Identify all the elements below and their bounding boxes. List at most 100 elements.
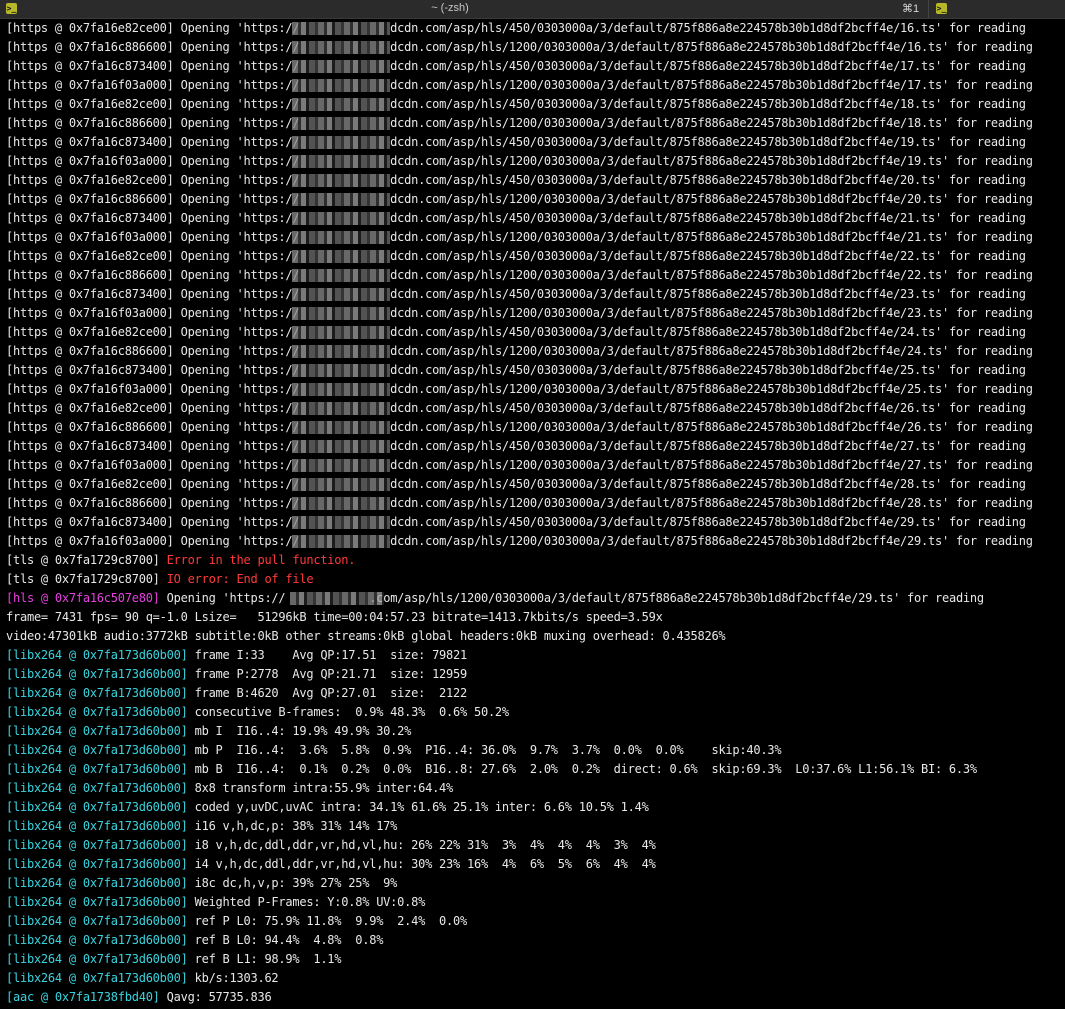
terminal-text: dcdn.com/asp/hls/1200/0303000a/3/default… xyxy=(390,534,1033,548)
terminal-text: [https @ 0x7fa16f03a000] Opening 'https:… xyxy=(6,230,300,244)
terminal-line: [libx264 @ 0x7fa173d60b00] i16 v,h,dc,p:… xyxy=(0,817,1065,836)
terminal-line: [https @ 0x7fa16e82ce00] Opening 'https:… xyxy=(0,323,1065,342)
terminal-icon[interactable]: >_ xyxy=(936,3,947,14)
terminal-line: [libx264 @ 0x7fa173d60b00] ref B L0: 94.… xyxy=(0,931,1065,950)
redacted-hostname xyxy=(292,307,390,320)
terminal-text: coded y,uvDC,uvAC intra: 34.1% 61.6% 25.… xyxy=(187,800,649,814)
terminal-line: [libx264 @ 0x7fa173d60b00] mb P I16..4: … xyxy=(0,741,1065,760)
terminal-text: dcdn.com/asp/hls/1200/0303000a/3/default… xyxy=(390,154,1033,168)
terminal-text: [https @ 0x7fa16e82ce00] Opening 'https:… xyxy=(6,325,300,339)
terminal-line: [https @ 0x7fa16c886600] Opening 'https:… xyxy=(0,494,1065,513)
terminal-line: [https @ 0x7fa16c886600] Opening 'https:… xyxy=(0,342,1065,361)
terminal-line: [https @ 0x7fa16c886600] Opening 'https:… xyxy=(0,266,1065,285)
terminal-text: dcdn.com/asp/hls/450/0303000a/3/default/… xyxy=(390,515,1026,529)
terminal-line: [aac @ 0x7fa1738fbd40] Qavg: 57735.836 xyxy=(0,988,1065,1007)
redacted-hostname xyxy=(292,288,390,301)
terminal-text: [https @ 0x7fa16c873400] Opening 'https:… xyxy=(6,211,300,225)
terminal-text: dcdn.com/asp/hls/1200/0303000a/3/default… xyxy=(390,306,1033,320)
terminal-text: dcdn.com/asp/hls/1200/0303000a/3/default… xyxy=(390,344,1033,358)
terminal-text: [https @ 0x7fa16c873400] Opening 'https:… xyxy=(6,135,300,149)
terminal-text: [https @ 0x7fa16c886600] Opening 'https:… xyxy=(6,496,300,510)
terminal-text: IO error: End of file xyxy=(166,572,314,586)
terminal-text: [libx264 @ 0x7fa173d60b00] xyxy=(6,933,188,947)
terminal-text: [https @ 0x7fa16c886600] Opening 'https:… xyxy=(6,40,300,54)
terminal-text: dcdn.com/asp/hls/450/0303000a/3/default/… xyxy=(390,401,1026,415)
terminal-text: [https @ 0x7fa16e82ce00] Opening 'https:… xyxy=(6,401,300,415)
terminal-line: [https @ 0x7fa16e82ce00] Opening 'https:… xyxy=(0,475,1065,494)
terminal-text: mb I I16..4: 19.9% 49.9% 30.2% xyxy=(187,724,412,738)
terminal-text: dcdn.com/asp/hls/450/0303000a/3/default/… xyxy=(390,325,1026,339)
terminal-text: .com/asp/hls/1200/0303000a/3/default/875… xyxy=(369,591,984,605)
terminal-text: mb P I16..4: 3.6% 5.8% 0.9% P16..4: 36.0… xyxy=(187,743,782,757)
terminal-text: [https @ 0x7fa16e82ce00] Opening 'https:… xyxy=(6,21,300,35)
terminal-line: [https @ 0x7fa16c873400] Opening 'https:… xyxy=(0,437,1065,456)
terminal-line: [hls @ 0x7fa16c507e80] Opening 'https://… xyxy=(0,589,1065,608)
redacted-hostname xyxy=(292,79,390,92)
terminal-text: dcdn.com/asp/hls/450/0303000a/3/default/… xyxy=(390,59,1026,73)
window-title[interactable]: ~ (-zsh) xyxy=(0,2,900,14)
terminal-text: [libx264 @ 0x7fa173d60b00] xyxy=(6,724,188,738)
redacted-hostname xyxy=(292,326,390,339)
terminal-output[interactable]: [https @ 0x7fa16e82ce00] Opening 'https:… xyxy=(0,19,1065,1009)
terminal-text: [https @ 0x7fa16e82ce00] Opening 'https:… xyxy=(6,97,300,111)
terminal-line: frame= 7431 fps= 90 q=-1.0 Lsize= 51296k… xyxy=(0,608,1065,627)
terminal-line: [https @ 0x7fa16f03a000] Opening 'https:… xyxy=(0,152,1065,171)
terminal-line: [https @ 0x7fa16f03a000] Opening 'https:… xyxy=(0,456,1065,475)
terminal-line: [libx264 @ 0x7fa173d60b00] frame I:33 Av… xyxy=(0,646,1065,665)
terminal-text: dcdn.com/asp/hls/1200/0303000a/3/default… xyxy=(390,420,1033,434)
terminal-line: [https @ 0x7fa16e82ce00] Opening 'https:… xyxy=(0,171,1065,190)
terminal-text: [libx264 @ 0x7fa173d60b00] xyxy=(6,819,188,833)
redacted-hostname xyxy=(292,155,390,168)
terminal-line: [https @ 0x7fa16e82ce00] Opening 'https:… xyxy=(0,95,1065,114)
redacted-hostname xyxy=(292,535,390,548)
redacted-hostname xyxy=(292,459,390,472)
terminal-text: [libx264 @ 0x7fa173d60b00] xyxy=(6,800,188,814)
terminal-text: [libx264 @ 0x7fa173d60b00] xyxy=(6,971,188,985)
terminal-text: dcdn.com/asp/hls/450/0303000a/3/default/… xyxy=(390,173,1026,187)
terminal-text: dcdn.com/asp/hls/450/0303000a/3/default/… xyxy=(390,249,1026,263)
terminal-line: [libx264 @ 0x7fa173d60b00] i8 v,h,dc,ddl… xyxy=(0,836,1065,855)
terminal-text: dcdn.com/asp/hls/450/0303000a/3/default/… xyxy=(390,439,1026,453)
terminal-text: [https @ 0x7fa16e82ce00] Opening 'https:… xyxy=(6,249,300,263)
terminal-text: dcdn.com/asp/hls/450/0303000a/3/default/… xyxy=(390,477,1026,491)
terminal-text: [libx264 @ 0x7fa173d60b00] xyxy=(6,648,188,662)
terminal-text: [https @ 0x7fa16e82ce00] Opening 'https:… xyxy=(6,173,300,187)
terminal-text: i16 v,h,dc,p: 38% 31% 14% 17% xyxy=(187,819,398,833)
terminal-text: dcdn.com/asp/hls/1200/0303000a/3/default… xyxy=(390,496,1033,510)
terminal-line: [https @ 0x7fa16c873400] Opening 'https:… xyxy=(0,513,1065,532)
terminal-text: [https @ 0x7fa16c886600] Opening 'https:… xyxy=(6,192,300,206)
terminal-line: [https @ 0x7fa16f03a000] Opening 'https:… xyxy=(0,76,1065,95)
terminal-line: [https @ 0x7fa16c886600] Opening 'https:… xyxy=(0,38,1065,57)
terminal-text: dcdn.com/asp/hls/1200/0303000a/3/default… xyxy=(390,382,1033,396)
redacted-hostname xyxy=(292,231,390,244)
redacted-hostname xyxy=(292,193,390,206)
terminal-text: [aac @ 0x7fa1738fbd40] xyxy=(6,990,160,1004)
terminal-text: frame B:4620 Avg QP:27.01 size: 2122 xyxy=(187,686,468,700)
terminal-text: kb/s:1303.62 xyxy=(187,971,279,985)
terminal-text: dcdn.com/asp/hls/450/0303000a/3/default/… xyxy=(390,135,1026,149)
terminal-line: [libx264 @ 0x7fa173d60b00] ref B L1: 98.… xyxy=(0,950,1065,969)
terminal-text: dcdn.com/asp/hls/450/0303000a/3/default/… xyxy=(390,287,1026,301)
terminal-line: [https @ 0x7fa16c873400] Opening 'https:… xyxy=(0,361,1065,380)
terminal-line: [tls @ 0x7fa1729c8700] IO error: End of … xyxy=(0,570,1065,589)
redacted-hostname xyxy=(292,60,390,73)
tab-divider xyxy=(928,0,929,18)
terminal-line: [libx264 @ 0x7fa173d60b00] 8x8 transform… xyxy=(0,779,1065,798)
redacted-hostname xyxy=(292,22,390,35)
tab-shortcut: ⌘1 xyxy=(902,3,920,15)
terminal-text: ref P L0: 75.9% 11.8% 9.9% 2.4% 0.0% xyxy=(187,914,468,928)
terminal-text: mb B I16..4: 0.1% 0.2% 0.0% B16..8: 27.6… xyxy=(187,762,978,776)
terminal-text: [https @ 0x7fa16c873400] Opening 'https:… xyxy=(6,439,300,453)
terminal-text: dcdn.com/asp/hls/1200/0303000a/3/default… xyxy=(390,78,1033,92)
redacted-hostname xyxy=(292,364,390,377)
terminal-text: [https @ 0x7fa16c886600] Opening 'https:… xyxy=(6,344,300,358)
terminal-text: [https @ 0x7fa16e82ce00] Opening 'https:… xyxy=(6,477,300,491)
terminal-line: [libx264 @ 0x7fa173d60b00] consecutive B… xyxy=(0,703,1065,722)
terminal-text: [libx264 @ 0x7fa173d60b00] xyxy=(6,914,188,928)
terminal-text: [https @ 0x7fa16f03a000] Opening 'https:… xyxy=(6,154,300,168)
terminal-text: [https @ 0x7fa16c886600] Opening 'https:… xyxy=(6,116,300,130)
terminal-line: [libx264 @ 0x7fa173d60b00] mb B I16..4: … xyxy=(0,760,1065,779)
terminal-text: [libx264 @ 0x7fa173d60b00] xyxy=(6,857,188,871)
terminal-line: [https @ 0x7fa16e82ce00] Opening 'https:… xyxy=(0,247,1065,266)
terminal-line: [libx264 @ 0x7fa173d60b00] i8c dc,h,v,p:… xyxy=(0,874,1065,893)
